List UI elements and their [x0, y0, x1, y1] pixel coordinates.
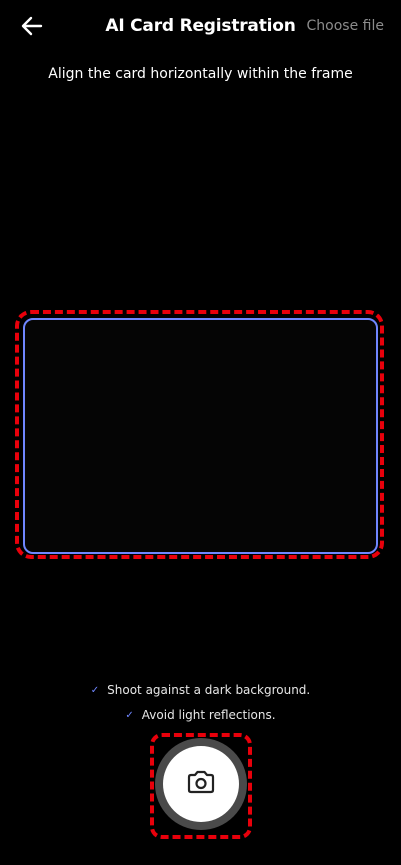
tips-list: ✓ Shoot against a dark background. ✓ Avo…: [0, 681, 401, 731]
capture-button[interactable]: [155, 738, 247, 830]
check-icon: ✓: [125, 709, 134, 721]
back-button[interactable]: [16, 12, 48, 44]
capture-button-inner: [163, 746, 239, 822]
top-bar: AI Card Registration Choose file: [0, 0, 401, 56]
camera-icon: [186, 769, 216, 799]
tip-item: ✓ Avoid light reflections.: [0, 706, 401, 724]
instruction-text: Align the card horizontally within the f…: [48, 66, 353, 82]
arrow-left-icon: [21, 15, 43, 41]
tip-text: Shoot against a dark background.: [107, 683, 311, 697]
tip-text: Avoid light reflections.: [141, 708, 276, 722]
check-icon: ✓: [90, 684, 100, 696]
card-scan-frame: [23, 318, 378, 554]
tip-item: ✓ Shoot against a dark background.: [0, 681, 401, 699]
choose-file-button[interactable]: Choose file: [307, 18, 384, 34]
